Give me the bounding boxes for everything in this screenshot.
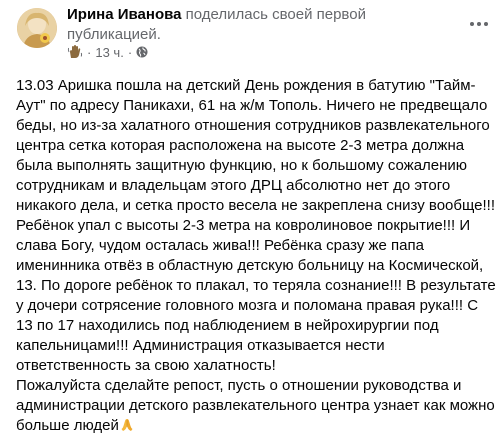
post-meta: · 13 ч. ·: [67, 44, 148, 60]
pray-icon: [120, 418, 134, 432]
post-paragraph-last: Пожалуйста сделайте репост, пусть о отно…: [16, 376, 496, 436]
avatar[interactable]: [17, 8, 57, 48]
more-options-icon: [470, 22, 488, 26]
post-paragraph-text: Пожалуйста сделайте репост, пусть о отно…: [16, 377, 495, 434]
post-card: Ирина Иванова поделилась своей первой пу…: [0, 0, 503, 438]
meta-separator: ·: [87, 44, 92, 60]
globe-icon[interactable]: [136, 46, 148, 58]
post-header: Ирина Иванова поделилась своей первой пу…: [14, 0, 494, 60]
waving-hand-icon: [67, 44, 83, 60]
post-header-text: Ирина Иванова поделилась своей первой пу…: [67, 5, 427, 45]
post-timestamp-link[interactable]: 13 ч.: [95, 45, 123, 60]
post-paragraph: 13.03 Аришка пошла на детский День рожде…: [16, 77, 496, 374]
post-body: 13.03 Аришка пошла на детский День рожде…: [16, 76, 496, 436]
author-name-link[interactable]: Ирина Иванова: [67, 6, 181, 23]
more-options-button[interactable]: [461, 6, 497, 42]
meta-separator: ·: [127, 44, 133, 60]
